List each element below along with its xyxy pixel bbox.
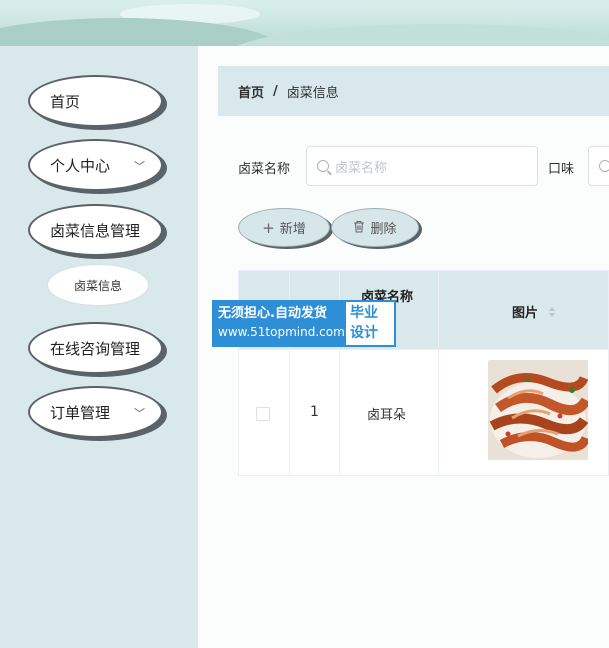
row-dish-name: 卤耳朵 [367,408,407,423]
search-icon [317,160,329,172]
sidebar-item-home[interactable]: 首页 [28,75,163,127]
breadcrumb-separator: / [273,83,278,99]
top-banner [0,0,609,46]
banner-hill [230,24,609,46]
column-header-image[interactable]: 图片 [512,302,538,321]
row-index: 1 [310,404,319,420]
watermark-text: 无须担心.自动发货 [218,306,327,321]
delete-button[interactable]: 删除 [331,208,419,247]
watermark-badge: 无须担心.自动发货 www.51topmind.com 毕业 设计 [212,300,396,347]
watermark-url: www.51topmind.com [218,325,345,339]
sidebar-subitem-label: 卤菜信息 [73,278,122,293]
sidebar-item-label: 首页 [50,92,81,111]
plus-icon: + [262,218,275,237]
sidebar-item-consult-management[interactable]: 在线咨询管理 [28,322,163,374]
dish-name-label: 卤菜名称 [238,162,291,177]
chevron-down-icon: ﹀ [134,160,145,173]
banner-hill [0,18,280,46]
trash-icon [353,219,365,237]
breadcrumb-current: 卤菜信息 [286,85,339,101]
sidebar-item-label: 在线咨询管理 [50,339,141,358]
sort-icon[interactable] [548,303,556,317]
row-checkbox[interactable] [256,407,270,421]
sidebar-subitem-dish-info[interactable]: 卤菜信息 [48,265,148,305]
taste-input[interactable] [588,146,609,186]
watermark-badge-line2: 设计 [350,325,378,341]
dish-image [488,360,588,460]
chevron-down-icon: ﹀ [134,407,145,420]
sidebar-item-label: 个人中心 [50,156,111,175]
breadcrumb-home[interactable]: 首页 [238,82,264,101]
delete-button-label: 删除 [370,222,397,237]
dish-name-placeholder: 卤菜名称 [335,160,388,176]
sidebar-item-personal-center[interactable]: 个人中心 ﹀ [28,139,163,191]
dish-name-input[interactable]: 卤菜名称 [306,146,538,186]
sidebar-item-label: 订单管理 [50,403,111,422]
sidebar-item-label: 卤菜信息管理 [50,221,141,240]
sidebar-item-dish-management[interactable]: 卤菜信息管理 [28,204,163,256]
add-button-label: 新增 [279,222,306,237]
breadcrumb: 首页 / 卤菜信息 [218,66,609,116]
search-icon [599,160,609,172]
watermark-badge-line1: 毕业 [350,305,378,321]
taste-label: 口味 [548,162,575,177]
add-button[interactable]: + 新增 [238,208,330,247]
sidebar: 首页 个人中心 ﹀ 卤菜信息管理 卤菜信息 在线咨询管理 订单管理 ﹀ [0,46,198,648]
sidebar-item-order-management[interactable]: 订单管理 ﹀ [28,386,163,438]
